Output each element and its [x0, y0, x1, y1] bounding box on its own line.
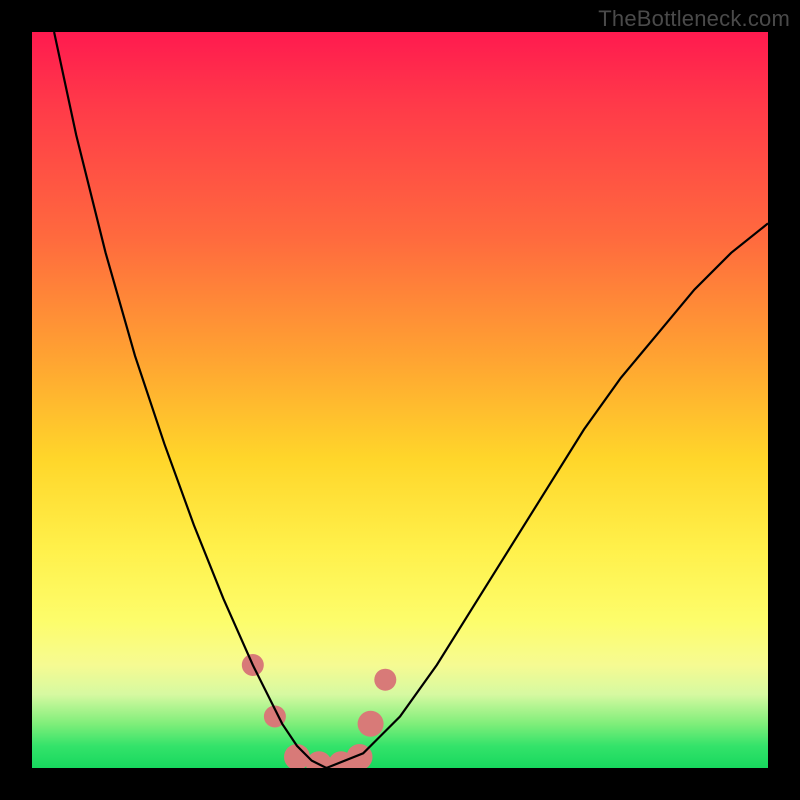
chart-frame: TheBottleneck.com: [0, 0, 800, 800]
bottleneck-curve: [54, 32, 768, 768]
optimal-zone-highlight: [242, 654, 396, 768]
chart-overlay: [32, 32, 768, 768]
highlight-dot: [358, 711, 384, 737]
highlight-dot: [374, 669, 396, 691]
watermark-text: TheBottleneck.com: [598, 6, 790, 32]
